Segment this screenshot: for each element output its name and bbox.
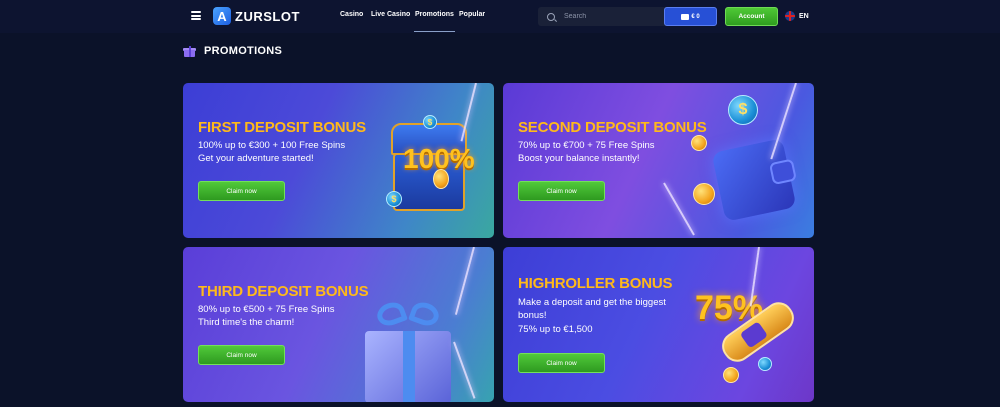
uk-flag-icon: [785, 11, 795, 21]
claim-now-button[interactable]: Claim now: [198, 345, 285, 365]
promo-card-highroller[interactable]: HIGHROLLER BONUS Make a deposit and get …: [503, 247, 814, 402]
claim-now-button[interactable]: Claim now: [518, 353, 605, 373]
promo-line: Boost your balance instantly!: [518, 153, 640, 164]
nav-popular[interactable]: Popular: [459, 11, 485, 18]
coin-icon: $: [423, 115, 437, 129]
promo-title: FIRST DEPOSIT BONUS: [198, 119, 366, 136]
logo-text: ZURSLOT: [235, 8, 300, 24]
promo-title: THIRD DEPOSIT BONUS: [198, 283, 369, 300]
page-heading: PROMOTIONS: [183, 45, 283, 57]
search-icon: [547, 12, 555, 21]
promo-line: Make a deposit and get the biggest: [518, 297, 666, 308]
promo-line: bonus!: [518, 310, 547, 321]
page-title: PROMOTIONS: [204, 45, 283, 57]
language-label: EN: [799, 12, 809, 20]
claim-now-button[interactable]: Claim now: [518, 181, 605, 201]
promo-line: 75% up to €1,500: [518, 324, 593, 335]
wallet-icon: [681, 13, 690, 20]
nav-live-casino[interactable]: Live Casino: [371, 11, 410, 18]
nav-promotions[interactable]: Promotions: [414, 11, 455, 32]
promo-line: 70% up to €700 + 75 Free Spins: [518, 140, 655, 151]
gift-icon: [183, 45, 196, 57]
promo-card-third-deposit[interactable]: THIRD DEPOSIT BONUS 80% up to €500 + 75 …: [183, 247, 494, 402]
coin-icon: [758, 357, 772, 371]
coin-icon: $: [728, 95, 758, 125]
wallet-balance: € 0: [691, 13, 700, 20]
promo-card-second-deposit[interactable]: SECOND DEPOSIT BONUS 70% up to €700 + 75…: [503, 83, 814, 238]
site-logo[interactable]: A ZURSLOT: [213, 7, 300, 25]
logo-mark: A: [213, 7, 231, 25]
search-input[interactable]: [564, 13, 674, 20]
menu-icon[interactable]: [191, 11, 201, 20]
promo-line: Third time's the charm!: [198, 317, 295, 328]
language-selector[interactable]: EN: [785, 11, 809, 21]
coin-icon: $: [386, 191, 402, 207]
search-box[interactable]: [538, 7, 677, 26]
promo-title: HIGHROLLER BONUS: [518, 275, 673, 292]
gift-box-image: [365, 298, 451, 402]
promo-card-first-deposit[interactable]: FIRST DEPOSIT BONUS 100% up to €300 + 10…: [183, 83, 494, 238]
top-navbar: A ZURSLOT Casino Live Casino Promotions …: [0, 0, 1000, 33]
promo-title: SECOND DEPOSIT BONUS: [518, 119, 707, 136]
promo-line: 100% up to €300 + 100 Free Spins: [198, 140, 346, 151]
promo-line: 80% up to €500 + 75 Free Spins: [198, 304, 335, 315]
treasure-chest-image: 100%: [383, 111, 483, 231]
wallet-image: [711, 138, 797, 222]
wallet-button[interactable]: € 0: [664, 7, 717, 26]
promo-line: Get your adventure started!: [198, 153, 314, 164]
nav-casino[interactable]: Casino: [340, 11, 363, 18]
claim-now-button[interactable]: Claim now: [198, 181, 285, 201]
account-button[interactable]: Account: [725, 7, 778, 26]
